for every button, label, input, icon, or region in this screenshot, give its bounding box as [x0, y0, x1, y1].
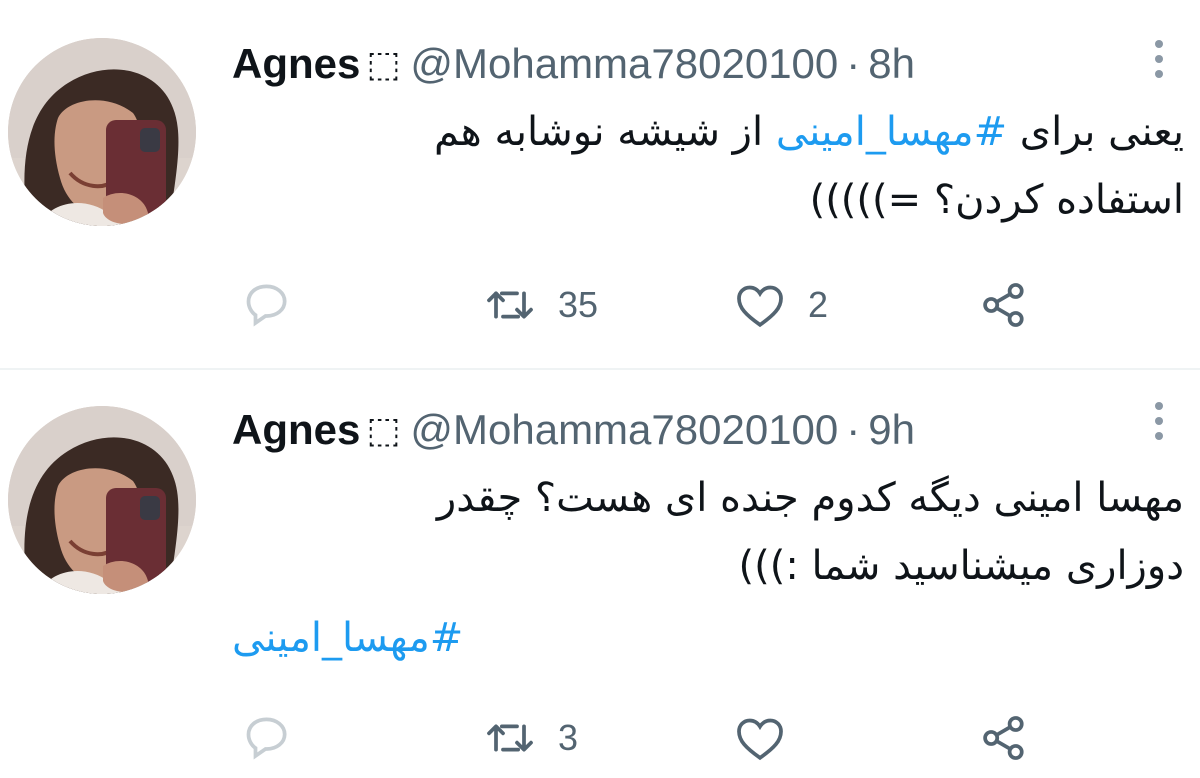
share-icon: [983, 283, 1024, 327]
share-button[interactable]: [976, 708, 1032, 768]
tweet-text-part: یعنی برای: [1007, 109, 1184, 155]
retweet-count: 3: [558, 717, 579, 758]
share-button[interactable]: [976, 275, 1032, 335]
heart-icon: [737, 718, 783, 761]
separator: ·: [846, 40, 861, 87]
tweet-text: مهسا امینی دیگه کدوم جنده ای هست؟ چقدر د…: [284, 464, 1184, 600]
more-icon[interactable]: [1144, 34, 1174, 84]
like-count: 2: [808, 284, 829, 325]
retweet-button[interactable]: 35: [482, 275, 598, 335]
retweet-icon: [487, 724, 533, 752]
hashtag-link[interactable]: #مهسا_امینی: [776, 109, 1007, 155]
avatar[interactable]: [8, 406, 196, 594]
heart-icon: [737, 285, 783, 328]
tweet-text-line: استفاده کردن؟ =))))): [809, 177, 1184, 223]
retweet-count: 35: [558, 284, 599, 325]
reply-icon: [246, 284, 287, 327]
badge-icon: ⬚: [366, 410, 401, 451]
author-name[interactable]: Agnes: [232, 40, 360, 87]
tweet[interactable]: Agnes ⬚ @Mohamma78020100 · 8h یعنی برای #مهس…: [0, 0, 1200, 370]
avatar[interactable]: [8, 38, 196, 226]
tweet-actions: 35 2: [0, 275, 1200, 335]
tweet-header: Agnes ⬚ @Mohamma78020100 · 9h: [232, 400, 915, 460]
like-button[interactable]: [732, 708, 808, 768]
author-name[interactable]: Agnes: [232, 406, 360, 453]
retweet-icon: [487, 291, 533, 319]
tweet-text-part: از شیشه نوشابه هم: [434, 109, 776, 155]
author-handle[interactable]: @Mohamma78020100: [410, 406, 838, 453]
timestamp[interactable]: 8h: [868, 40, 915, 87]
tweet-header: Agnes ⬚ @Mohamma78020100 · 8h: [232, 34, 915, 94]
tweet-text: یعنی برای #مهسا_امینی از شیشه نوشابه هم …: [284, 98, 1184, 234]
share-icon: [983, 716, 1024, 760]
retweet-button[interactable]: 3: [482, 708, 578, 768]
badge-icon: ⬚: [366, 44, 401, 85]
author-handle[interactable]: @Mohamma78020100: [410, 40, 838, 87]
like-button[interactable]: 2: [732, 275, 828, 335]
timestamp[interactable]: 9h: [868, 406, 915, 453]
tweet-text-line: یعنی برای #مهسا_امینی از شیشه نوشابه هم: [284, 98, 1184, 166]
more-icon[interactable]: [1144, 396, 1174, 446]
tweet-text-line: دوزاری میشناسید شما :))): [738, 543, 1184, 589]
tweet-text-line: مهسا امینی دیگه کدوم جنده ای هست؟ چقدر: [436, 475, 1184, 521]
reply-button[interactable]: [238, 708, 294, 768]
tweet[interactable]: Agnes ⬚ @Mohamma78020100 · 9h مهسا امینی دیگ…: [0, 370, 1200, 778]
reply-button[interactable]: [238, 275, 294, 335]
hashtag-link[interactable]: #مهسا_امینی: [232, 608, 463, 668]
reply-icon: [246, 717, 287, 760]
tweet-actions: 3: [0, 708, 1200, 768]
separator: ·: [846, 406, 861, 453]
